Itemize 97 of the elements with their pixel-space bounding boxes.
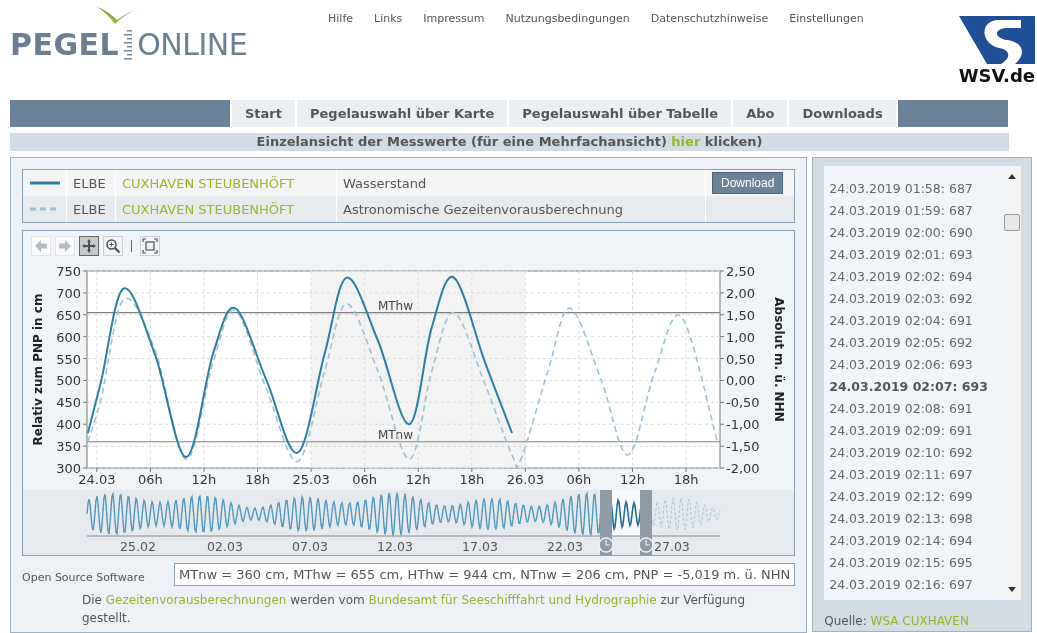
reading-item[interactable]: 24.03.2019 02:15: 695 bbox=[829, 552, 1003, 574]
source-label: Quelle: bbox=[824, 614, 868, 628]
nav-link[interactable]: Links bbox=[374, 12, 403, 25]
nav-link[interactable]: Einstellungen bbox=[789, 12, 864, 25]
nav-link[interactable]: Datenschutzhinweise bbox=[650, 12, 769, 25]
reading-item[interactable]: 24.03.2019 02:06: 693 bbox=[829, 354, 1003, 376]
axis-title: Absolut m. ü. NHN bbox=[772, 297, 786, 422]
tick-label: 750 bbox=[56, 264, 81, 279]
tick-label: 2,00 bbox=[726, 285, 755, 301]
tick-label: 0,00 bbox=[726, 373, 755, 389]
river-name: ELBE bbox=[73, 201, 106, 217]
reading-item[interactable]: 24.03.2019 02:14: 694 bbox=[829, 530, 1003, 552]
date-label: 27.03 bbox=[654, 539, 690, 554]
reading-item[interactable]: 24.03.2019 02:05: 692 bbox=[829, 332, 1003, 354]
scroll-up-icon bbox=[1008, 174, 1016, 179]
tick-label: 350 bbox=[56, 439, 81, 455]
scroll-thumb[interactable] bbox=[1004, 214, 1020, 231]
tick-label: 18h bbox=[245, 472, 270, 487]
tick-label: 450 bbox=[56, 395, 81, 411]
date-label: 25.02 bbox=[120, 539, 156, 554]
reading-item[interactable]: 24.03.2019 02:11: 697 bbox=[829, 464, 1003, 486]
tick-label: 2,50 bbox=[726, 264, 755, 279]
nav-link[interactable]: Hilfe bbox=[328, 12, 354, 25]
scroll-down-icon bbox=[1008, 587, 1016, 592]
fit-extent-icon[interactable] bbox=[140, 235, 160, 256]
clock-icon bbox=[598, 537, 614, 553]
info-field: MTnw = 360 cm, MThw = 655 cm, HThw = 944 cm, NTnw = 206 cm, PNP = -5,019 m. ü. NHN bbox=[174, 563, 796, 586]
tick-label: 12h bbox=[620, 472, 645, 487]
tick-label: 400 bbox=[56, 417, 81, 433]
axis-title: Relativ zum PNP in cm bbox=[31, 293, 45, 446]
gauge-icon bbox=[122, 28, 135, 62]
tick-label: 06h bbox=[352, 472, 378, 487]
tick-label: 06h bbox=[138, 472, 163, 487]
tick-label: 300 bbox=[56, 461, 81, 476]
tick-label: -1,00 bbox=[726, 417, 760, 433]
clock-icon bbox=[638, 537, 654, 553]
tick-label: -1,50 bbox=[726, 439, 760, 455]
reading-item[interactable]: 24.03.2019 02:08: 691 bbox=[829, 398, 1003, 420]
date-label: 12.03 bbox=[377, 539, 413, 554]
reading-item[interactable]: 24.03.2019 02:00: 690 bbox=[829, 222, 1003, 244]
reading-item[interactable]: 24.03.2019 02:01: 693 bbox=[829, 244, 1003, 266]
tick-label: -2,00 bbox=[726, 461, 760, 476]
credit-text: Die Gezeitenvorausberechnungen werden vom Bundesamt für Seeschifffahrt und Hydrographie zur Verfügung gestellt. bbox=[82, 592, 747, 627]
nav-tab[interactable]: Start bbox=[232, 100, 295, 127]
nav-link[interactable]: Impressum bbox=[423, 12, 485, 25]
scrollbar[interactable] bbox=[1003, 166, 1021, 600]
tick-label: -0,50 bbox=[726, 395, 760, 411]
move-arrows-icon[interactable] bbox=[79, 235, 99, 256]
tick-label: 12h bbox=[191, 472, 217, 487]
river-name: ELBE bbox=[73, 175, 106, 191]
software-note: Open Source Software bbox=[22, 571, 145, 586]
tick-label: 25.03 bbox=[292, 472, 330, 487]
tick-label: 550 bbox=[56, 351, 81, 367]
notice-text: Einzelansicht der Messwerte (für eine Mehrfachansicht) hier klicken) bbox=[10, 133, 1009, 151]
nav-tab[interactable]: Abo bbox=[733, 100, 788, 127]
logo-text: ONLINE bbox=[137, 28, 248, 62]
tick-label: 24.03 bbox=[78, 472, 116, 487]
date-label: 07.03 bbox=[292, 539, 328, 554]
reading-item[interactable]: 24.03.2019 02:04: 691 bbox=[829, 310, 1003, 332]
logo-text: PEGEL bbox=[10, 28, 120, 62]
reading-item[interactable]: 24.03.2019 02:09: 691 bbox=[829, 420, 1003, 442]
nav-tab[interactable]: Pegelauswahl über Karte bbox=[297, 100, 508, 127]
parameter-name: Astronomische Gezeitenvorausberechnung bbox=[343, 201, 623, 217]
reading-item[interactable]: 24.03.2019 02:12: 699 bbox=[829, 486, 1003, 508]
reading-item[interactable]: 24.03.2019 02:10: 692 bbox=[829, 442, 1003, 464]
reference-label: MThw bbox=[377, 298, 414, 313]
tick-label: 700 bbox=[56, 285, 81, 301]
reading-item[interactable]: 24.03.2019 02:02: 694 bbox=[829, 266, 1003, 288]
date-label: 22.03 bbox=[547, 539, 583, 554]
reading-item[interactable]: 24.03.2019 02:16: 697 bbox=[829, 574, 1003, 596]
tick-label: 26.03 bbox=[506, 472, 544, 487]
date-label: 17.03 bbox=[462, 539, 498, 554]
tick-label: 06h bbox=[566, 472, 592, 487]
tick-label: 1,00 bbox=[726, 329, 755, 345]
reading-item[interactable]: 24.03.2019 02:13: 698 bbox=[829, 508, 1003, 530]
nav-tab[interactable]: Pegelauswahl über Tabelle bbox=[509, 100, 732, 127]
reading-item[interactable]: 24.03.2019 01:59: 687 bbox=[829, 200, 1003, 222]
parameter-name: Wasserstand bbox=[343, 175, 427, 191]
tick-label: 650 bbox=[56, 307, 81, 323]
nav-link[interactable]: Nutzungsbedingungen bbox=[505, 12, 630, 25]
logo-text: WSV.de bbox=[958, 66, 1035, 86]
tick-label: 500 bbox=[56, 373, 81, 389]
tick-label: 600 bbox=[56, 329, 81, 345]
tick-label: 12h bbox=[405, 472, 431, 487]
reading-item[interactable]: 24.03.2019 02:07: 693 bbox=[829, 376, 1003, 398]
zoom-icon[interactable] bbox=[103, 235, 123, 256]
nav-tab[interactable]: Downloads bbox=[789, 100, 896, 127]
wave-logo-icon bbox=[957, 14, 1037, 66]
reading-item[interactable]: 24.03.2019 02:03: 692 bbox=[829, 288, 1003, 310]
reference-label: MTnw bbox=[377, 427, 414, 442]
date-label: 02.03 bbox=[207, 539, 243, 554]
download-button[interactable]: Download bbox=[712, 172, 784, 194]
tick-label: 18h bbox=[673, 472, 699, 487]
reading-item[interactable]: 24.03.2019 01:58: 687 bbox=[829, 178, 1003, 200]
tick-label: 0,50 bbox=[726, 351, 755, 367]
tick-label: 18h bbox=[459, 472, 485, 487]
tick-label: 1,50 bbox=[726, 307, 755, 323]
